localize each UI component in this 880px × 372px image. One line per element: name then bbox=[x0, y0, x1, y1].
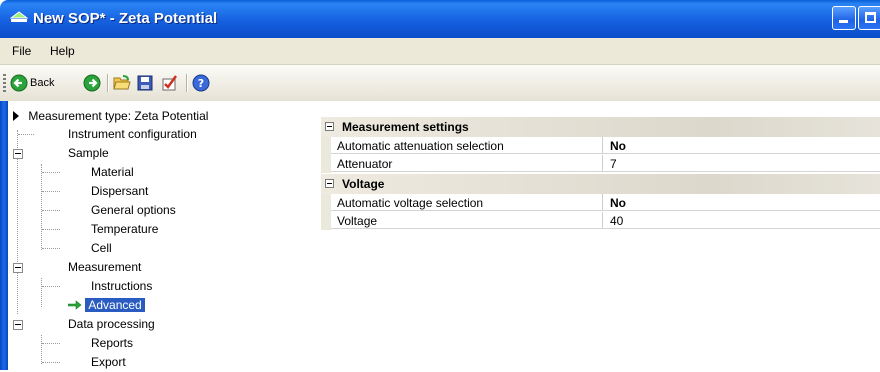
category-label: Measurement settings bbox=[342, 120, 469, 134]
back-label: Back bbox=[30, 77, 55, 89]
tree-item-material[interactable]: Material bbox=[91, 163, 134, 182]
tree-item-export[interactable]: Export bbox=[91, 353, 126, 372]
tree-connector bbox=[42, 210, 60, 211]
property-row[interactable]: Attenuator 7 bbox=[321, 155, 880, 173]
app-logo-icon bbox=[10, 11, 28, 22]
property-name: Attenuator bbox=[331, 155, 603, 172]
tree-connector bbox=[42, 191, 60, 192]
tree-item-label: Measurement bbox=[68, 260, 142, 274]
back-button[interactable]: Back bbox=[10, 73, 54, 93]
tree-item-label: Export bbox=[91, 355, 126, 369]
tree-connector bbox=[18, 134, 34, 135]
property-value[interactable]: 7 bbox=[603, 155, 880, 172]
tree-connector bbox=[42, 248, 60, 249]
property-grid: Measurement settings Automatic attenuati… bbox=[313, 101, 880, 370]
window-frame-left bbox=[0, 101, 8, 370]
tree-item-label: General options bbox=[91, 203, 176, 217]
tree-item-label: Cell bbox=[91, 241, 112, 255]
property-value[interactable]: 40 bbox=[603, 212, 880, 229]
save-button[interactable] bbox=[135, 73, 155, 93]
menu-file[interactable]: File bbox=[12, 44, 31, 58]
open-folder-icon bbox=[113, 75, 131, 90]
menu-help[interactable]: Help bbox=[50, 44, 75, 58]
tree-item-measurement[interactable]: Measurement bbox=[68, 258, 141, 277]
toolbar-separator bbox=[186, 74, 188, 92]
collapse-category-icon[interactable] bbox=[325, 179, 334, 188]
tree-item-temperature[interactable]: Temperature bbox=[91, 220, 158, 239]
tree-expander-measurement[interactable] bbox=[13, 263, 23, 273]
property-row[interactable]: Automatic voltage selection No bbox=[321, 194, 880, 212]
tree-connector bbox=[41, 278, 42, 307]
help-icon: ? bbox=[192, 74, 210, 92]
tree-item-data-processing[interactable]: Data processing bbox=[68, 315, 155, 334]
toolbar: Back ? bbox=[0, 65, 880, 102]
tree-item-label: Material bbox=[91, 165, 134, 179]
tree-item-dispersant[interactable]: Dispersant bbox=[91, 182, 148, 201]
edit-check-icon bbox=[162, 75, 178, 91]
collapse-category-icon[interactable] bbox=[325, 122, 334, 131]
title-bar: New SOP* - Zeta Potential bbox=[0, 0, 880, 38]
maximize-icon bbox=[865, 12, 876, 23]
toolbar-grip[interactable] bbox=[3, 74, 6, 92]
toolbar-separator bbox=[107, 74, 109, 92]
tree-item-instructions[interactable]: Instructions bbox=[91, 277, 152, 296]
tree-item-label: Measurement type: Zeta Potential bbox=[28, 109, 209, 123]
save-disk-icon bbox=[137, 75, 153, 91]
tree-item-advanced[interactable]: Advanced bbox=[67, 296, 145, 315]
property-value[interactable]: No bbox=[603, 194, 880, 211]
tree-connector bbox=[42, 343, 60, 344]
row-gutter bbox=[321, 194, 331, 212]
svg-text:?: ? bbox=[198, 77, 204, 90]
row-gutter bbox=[321, 212, 331, 230]
property-row[interactable]: Automatic attenuation selection No bbox=[321, 137, 880, 155]
row-gutter bbox=[321, 137, 331, 155]
tree-item-label: Sample bbox=[68, 146, 109, 160]
tree-item-reports[interactable]: Reports bbox=[91, 334, 133, 353]
tree-item-label: Advanced bbox=[85, 298, 145, 312]
tree-item-label: Instructions bbox=[91, 279, 153, 293]
property-value[interactable]: No bbox=[603, 137, 880, 154]
selected-arrow-icon bbox=[67, 300, 82, 310]
tree-item-root[interactable]: Measurement type: Zeta Potential bbox=[12, 107, 208, 126]
property-row[interactable]: Voltage 40 bbox=[321, 212, 880, 230]
navigation-tree: Measurement type: Zeta Potential Instrum… bbox=[8, 101, 314, 370]
tree-connector bbox=[42, 229, 60, 230]
row-gutter bbox=[321, 155, 331, 173]
tree-connector bbox=[41, 164, 42, 250]
open-button[interactable] bbox=[112, 73, 132, 93]
property-name: Voltage bbox=[331, 212, 603, 229]
property-name: Automatic attenuation selection bbox=[331, 137, 603, 154]
category-voltage[interactable]: Voltage bbox=[321, 174, 880, 194]
tree-item-label: Data processing bbox=[68, 317, 155, 331]
tree-connector bbox=[42, 362, 60, 363]
category-label: Voltage bbox=[342, 177, 385, 191]
tree-item-label: Instrument configuration bbox=[68, 127, 197, 141]
tree-item-label: Reports bbox=[91, 336, 134, 350]
collapse-arrow-icon bbox=[13, 111, 19, 121]
property-name: Automatic voltage selection bbox=[331, 194, 603, 211]
tree-item-general-options[interactable]: General options bbox=[91, 201, 176, 220]
menu-bar: File Help bbox=[0, 38, 880, 65]
tree-item-label: Dispersant bbox=[91, 184, 149, 198]
tree-expander-sample[interactable] bbox=[13, 149, 23, 159]
forward-arrow-icon bbox=[83, 74, 101, 92]
tree-item-sample[interactable]: Sample bbox=[68, 144, 109, 163]
tree-connector bbox=[42, 286, 60, 287]
minimize-icon bbox=[839, 20, 848, 23]
help-button[interactable]: ? bbox=[191, 73, 211, 93]
tree-connector bbox=[42, 172, 60, 173]
tree-connector bbox=[41, 335, 42, 364]
forward-button[interactable] bbox=[82, 73, 102, 93]
tree-item-cell[interactable]: Cell bbox=[91, 239, 112, 258]
category-measurement-settings[interactable]: Measurement settings bbox=[321, 117, 880, 137]
maximize-button[interactable] bbox=[858, 6, 880, 30]
window-title: New SOP* - Zeta Potential bbox=[33, 10, 218, 27]
back-arrow-icon bbox=[10, 74, 28, 92]
tree-item-instrument-configuration[interactable]: Instrument configuration bbox=[68, 125, 197, 144]
minimize-button[interactable] bbox=[832, 6, 856, 30]
tree-expander-data-processing[interactable] bbox=[13, 320, 23, 330]
edit-button[interactable] bbox=[160, 73, 180, 93]
tree-item-label: Temperature bbox=[91, 222, 159, 236]
